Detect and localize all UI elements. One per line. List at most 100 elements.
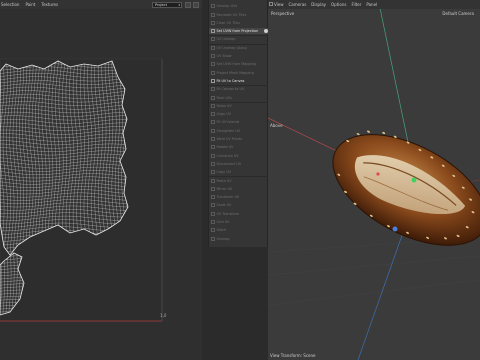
menu-item[interactable]: Clear UV Tiles — [209, 20, 269, 27]
uv-canvas[interactable] — [0, 9, 202, 360]
viewport-projection-label: Perspective — [271, 11, 295, 16]
viewport-camera-label[interactable]: Default Camera — [442, 11, 474, 16]
viewport-status-text: View Transform: Scene — [270, 353, 316, 358]
command-icon — [210, 120, 215, 125]
command-icon — [210, 195, 215, 200]
command-icon — [210, 112, 215, 117]
menu-item-label: Rotate UV — [216, 145, 234, 150]
command-icon — [210, 62, 215, 67]
menu-item[interactable]: Weld UV Points — [209, 136, 269, 143]
command-icon — [210, 128, 215, 133]
vp-menu-cameras[interactable]: Cameras — [289, 2, 307, 7]
vp-menu-options[interactable]: Options — [331, 2, 346, 7]
menu-item-label: Unwrap UVs — [216, 4, 238, 9]
command-icon — [210, 29, 215, 34]
command-icon — [210, 178, 215, 183]
panel-menu-icon[interactable] — [269, 2, 273, 6]
uv-editor-panel: Selection Paint Textures Project ▾ 1,0 — [0, 0, 202, 360]
menu-item[interactable]: Straighten UV — [209, 128, 269, 135]
menu-item-label: Clear UV Tiles — [216, 20, 241, 25]
menu-item[interactable]: Rotate UV — [209, 144, 269, 151]
vp-menu-display[interactable]: Display — [311, 2, 326, 7]
menu-item[interactable]: Fit Canvas to UV — [209, 86, 269, 93]
viewport-axis-label: Above — [270, 123, 283, 128]
vp-menu-view[interactable]: View — [274, 2, 284, 7]
menu-item-label: Relax UV — [216, 103, 232, 108]
gizmo-handle-y[interactable] — [411, 177, 417, 183]
menu-item[interactable]: Relax UV — [209, 103, 269, 110]
menu-item-label: Set UVW from Projection — [216, 29, 259, 34]
command-icon — [210, 220, 215, 225]
menu-item[interactable]: Unwrap UVs — [209, 3, 269, 10]
bread-model[interactable] — [315, 112, 480, 269]
menu-item[interactable]: Recreate UV Tiles — [209, 11, 269, 18]
menu-item[interactable]: Fit UV to Canvas — [209, 78, 269, 85]
menu-item-label: Constrain UV — [216, 153, 239, 158]
menu-item[interactable]: Paste UV — [209, 177, 269, 184]
viewport-panel: View Cameras Display Options Filter Pane… — [268, 0, 480, 360]
uv-corner-label: 1,0 — [160, 313, 167, 318]
menu-item[interactable]: Grid UV — [209, 219, 269, 226]
gear-icon[interactable] — [263, 29, 268, 34]
menu-item-label: Transform UV — [216, 195, 240, 200]
menu-item[interactable]: UV Unwrap (Auto) — [209, 45, 269, 52]
menu-item-label: UV Show — [216, 54, 232, 59]
uv-mode-value: Project — [155, 2, 167, 7]
uv-island-main — [0, 61, 128, 254]
menu-item-label: UV Unwrap — [216, 37, 236, 42]
menu-item-label: Fit Canvas to UV — [216, 87, 245, 92]
menu-item-label: Project Mesh Mapping — [216, 70, 254, 75]
command-icon — [210, 103, 215, 108]
uv-mode-dropdown[interactable]: Project ▾ — [152, 1, 182, 8]
command-icon — [210, 12, 215, 17]
menu-item[interactable]: Transform UV — [209, 194, 269, 201]
uv-menu-paint[interactable]: Paint — [25, 2, 35, 7]
menu-item[interactable]: Unwrap — [209, 235, 269, 242]
menu-item[interactable]: Align UV — [209, 111, 269, 118]
menu-item[interactable]: Scale UV — [209, 202, 269, 209]
uv-menu-selection[interactable]: Selection — [1, 2, 19, 7]
command-icon — [210, 228, 215, 233]
menu-item[interactable]: UV Unwrap — [209, 36, 269, 43]
viewport-menubar: View Cameras Display Options Filter Pane… — [268, 0, 480, 9]
menu-item-label: Straighten UV — [216, 128, 241, 133]
menu-item[interactable]: Constrain UV — [209, 152, 269, 159]
uv-menu-textures[interactable]: Textures — [41, 2, 58, 7]
menu-item-label: Recreate UV Tiles — [216, 12, 247, 17]
uv-tool-icon-1[interactable] — [185, 1, 191, 8]
command-icon — [210, 95, 215, 100]
command-icon — [210, 54, 215, 59]
menu-item[interactable]: UV Show — [209, 53, 269, 60]
vp-menu-panel[interactable]: Panel — [366, 2, 377, 7]
menu-item-label: UV Unwrap (Auto) — [216, 45, 248, 50]
menu-item[interactable]: Pack UVs — [209, 94, 269, 101]
command-icon — [210, 137, 215, 142]
menu-item[interactable]: Stitch — [209, 227, 269, 234]
menu-item-label: Set UVW from Mapping — [216, 62, 256, 67]
menu-item[interactable]: UV Transform — [209, 211, 269, 218]
command-icon — [210, 70, 215, 75]
vp-menu-filter[interactable]: Filter — [351, 2, 361, 7]
menu-item-label: Unwrap — [216, 236, 230, 241]
menu-item[interactable]: Set UVW from Mapping — [209, 61, 269, 68]
uv-commands-menu: Unwrap UVs Recreate UV Tiles Clear UV Tile… — [208, 0, 269, 247]
uv-tool-icon-2[interactable] — [193, 1, 199, 8]
command-icon — [210, 87, 215, 92]
gizmo-handle-z[interactable] — [392, 226, 398, 232]
menu-item[interactable]: Mirror UV — [209, 186, 269, 193]
menu-item[interactable]: Fit UV Islands — [209, 119, 269, 126]
command-icon — [210, 78, 215, 83]
menu-item[interactable]: Copy UV — [209, 169, 269, 176]
menu-item[interactable]: Set UVW from Projection — [209, 27, 269, 35]
menu-item-label: Scale UV — [216, 203, 232, 208]
menu-item[interactable]: Disconnect UV — [209, 161, 269, 168]
menu-item-label: Grid UV — [216, 220, 230, 225]
command-icon — [210, 37, 215, 42]
menu-item-label: Align UV — [216, 112, 231, 117]
viewport-canvas[interactable] — [268, 0, 480, 360]
command-icon — [210, 211, 215, 216]
command-icon — [210, 20, 215, 25]
menu-item[interactable]: Project Mesh Mapping — [209, 69, 269, 76]
command-icon — [210, 186, 215, 191]
gizmo-handle-x[interactable] — [376, 172, 380, 176]
